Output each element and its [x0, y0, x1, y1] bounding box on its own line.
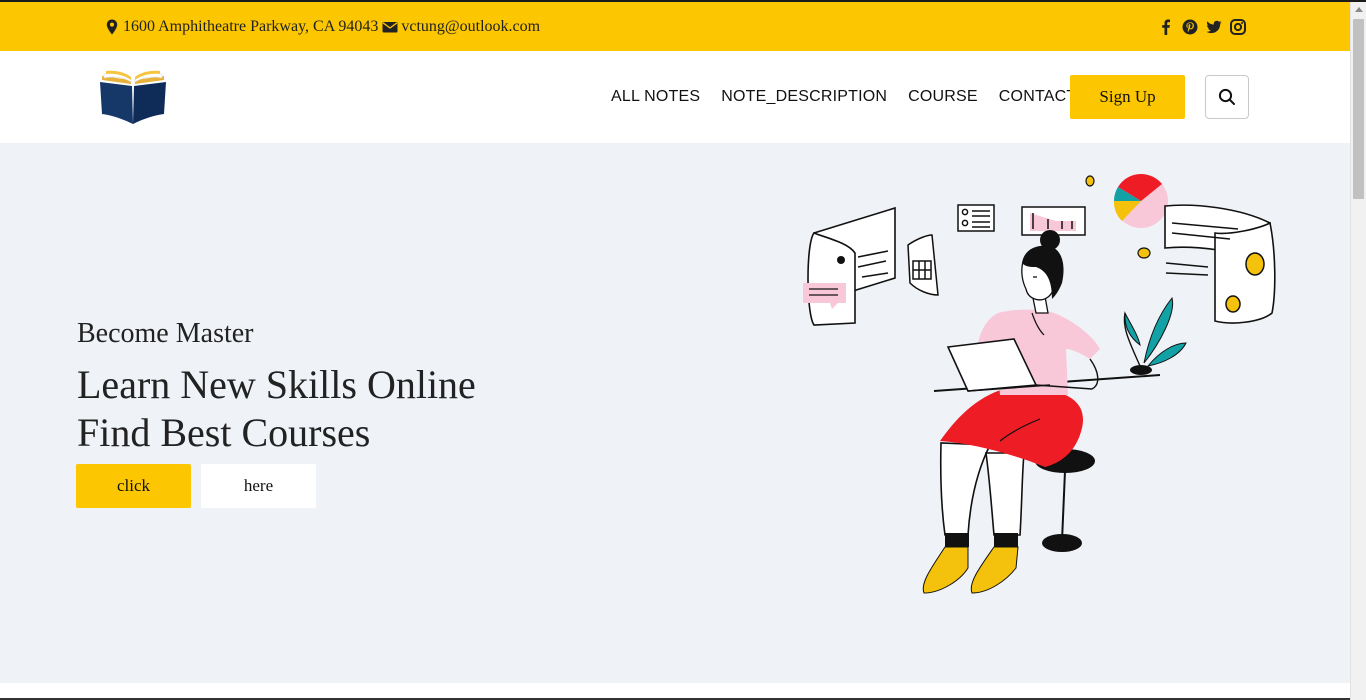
main-nav: ALL NOTES NOTE_DESCRIPTION COURSE CONTAC… — [611, 75, 1097, 119]
hero-title-line-1: Learn New Skills Online — [77, 362, 476, 407]
left-document-panel — [807, 206, 896, 326]
contact-info: 1600 Amphitheatre Parkway, CA 94043 vctu… — [104, 2, 540, 51]
search-button[interactable] — [1205, 75, 1249, 119]
woman-studying-illustration — [803, 173, 1276, 594]
email-link[interactable]: vctung@outlook.com — [401, 18, 540, 36]
nav-note-description[interactable]: NOTE_DESCRIPTION — [721, 88, 887, 106]
search-icon — [1218, 88, 1235, 105]
nav-course[interactable]: COURSE — [908, 88, 978, 106]
nav-all-notes[interactable]: ALL NOTES — [611, 88, 700, 106]
open-book-logo[interactable] — [99, 70, 167, 125]
address-text: 1600 Amphitheatre Parkway, CA 94043 — [123, 17, 379, 35]
here-button[interactable]: here — [201, 464, 316, 508]
top-info-bar: 1600 Amphitheatre Parkway, CA 94043 vctu… — [0, 2, 1350, 51]
social-links — [1158, 2, 1246, 51]
hero-title-line-2: Find Best Courses — [77, 410, 371, 455]
hero-title: Learn New Skills Online Find Best Course… — [77, 361, 476, 457]
page: 1600 Amphitheatre Parkway, CA 94043 vctu… — [0, 0, 1350, 700]
twitter-icon[interactable] — [1206, 19, 1222, 35]
facebook-icon[interactable] — [1158, 19, 1174, 35]
instagram-icon[interactable] — [1230, 18, 1246, 35]
nav-contact[interactable]: CONTACT — [999, 88, 1077, 106]
main-header: ALL NOTES NOTE_DESCRIPTION COURSE CONTAC… — [0, 51, 1350, 143]
scrollbar-thumb[interactable] — [1353, 19, 1364, 199]
envelope-icon — [382, 21, 398, 32]
pinterest-icon[interactable] — [1182, 19, 1198, 35]
sign-up-button[interactable]: Sign Up — [1070, 75, 1185, 119]
hero-section: Become Master Learn New Skills Online Fi… — [0, 143, 1350, 683]
click-button[interactable]: click — [76, 464, 191, 508]
map-pin-icon — [106, 19, 118, 34]
plant — [1123, 296, 1187, 375]
hero-kicker: Become Master — [77, 318, 254, 349]
scroll-up-arrow-icon[interactable] — [1355, 7, 1363, 12]
vertical-scrollbar[interactable] — [1350, 2, 1366, 700]
